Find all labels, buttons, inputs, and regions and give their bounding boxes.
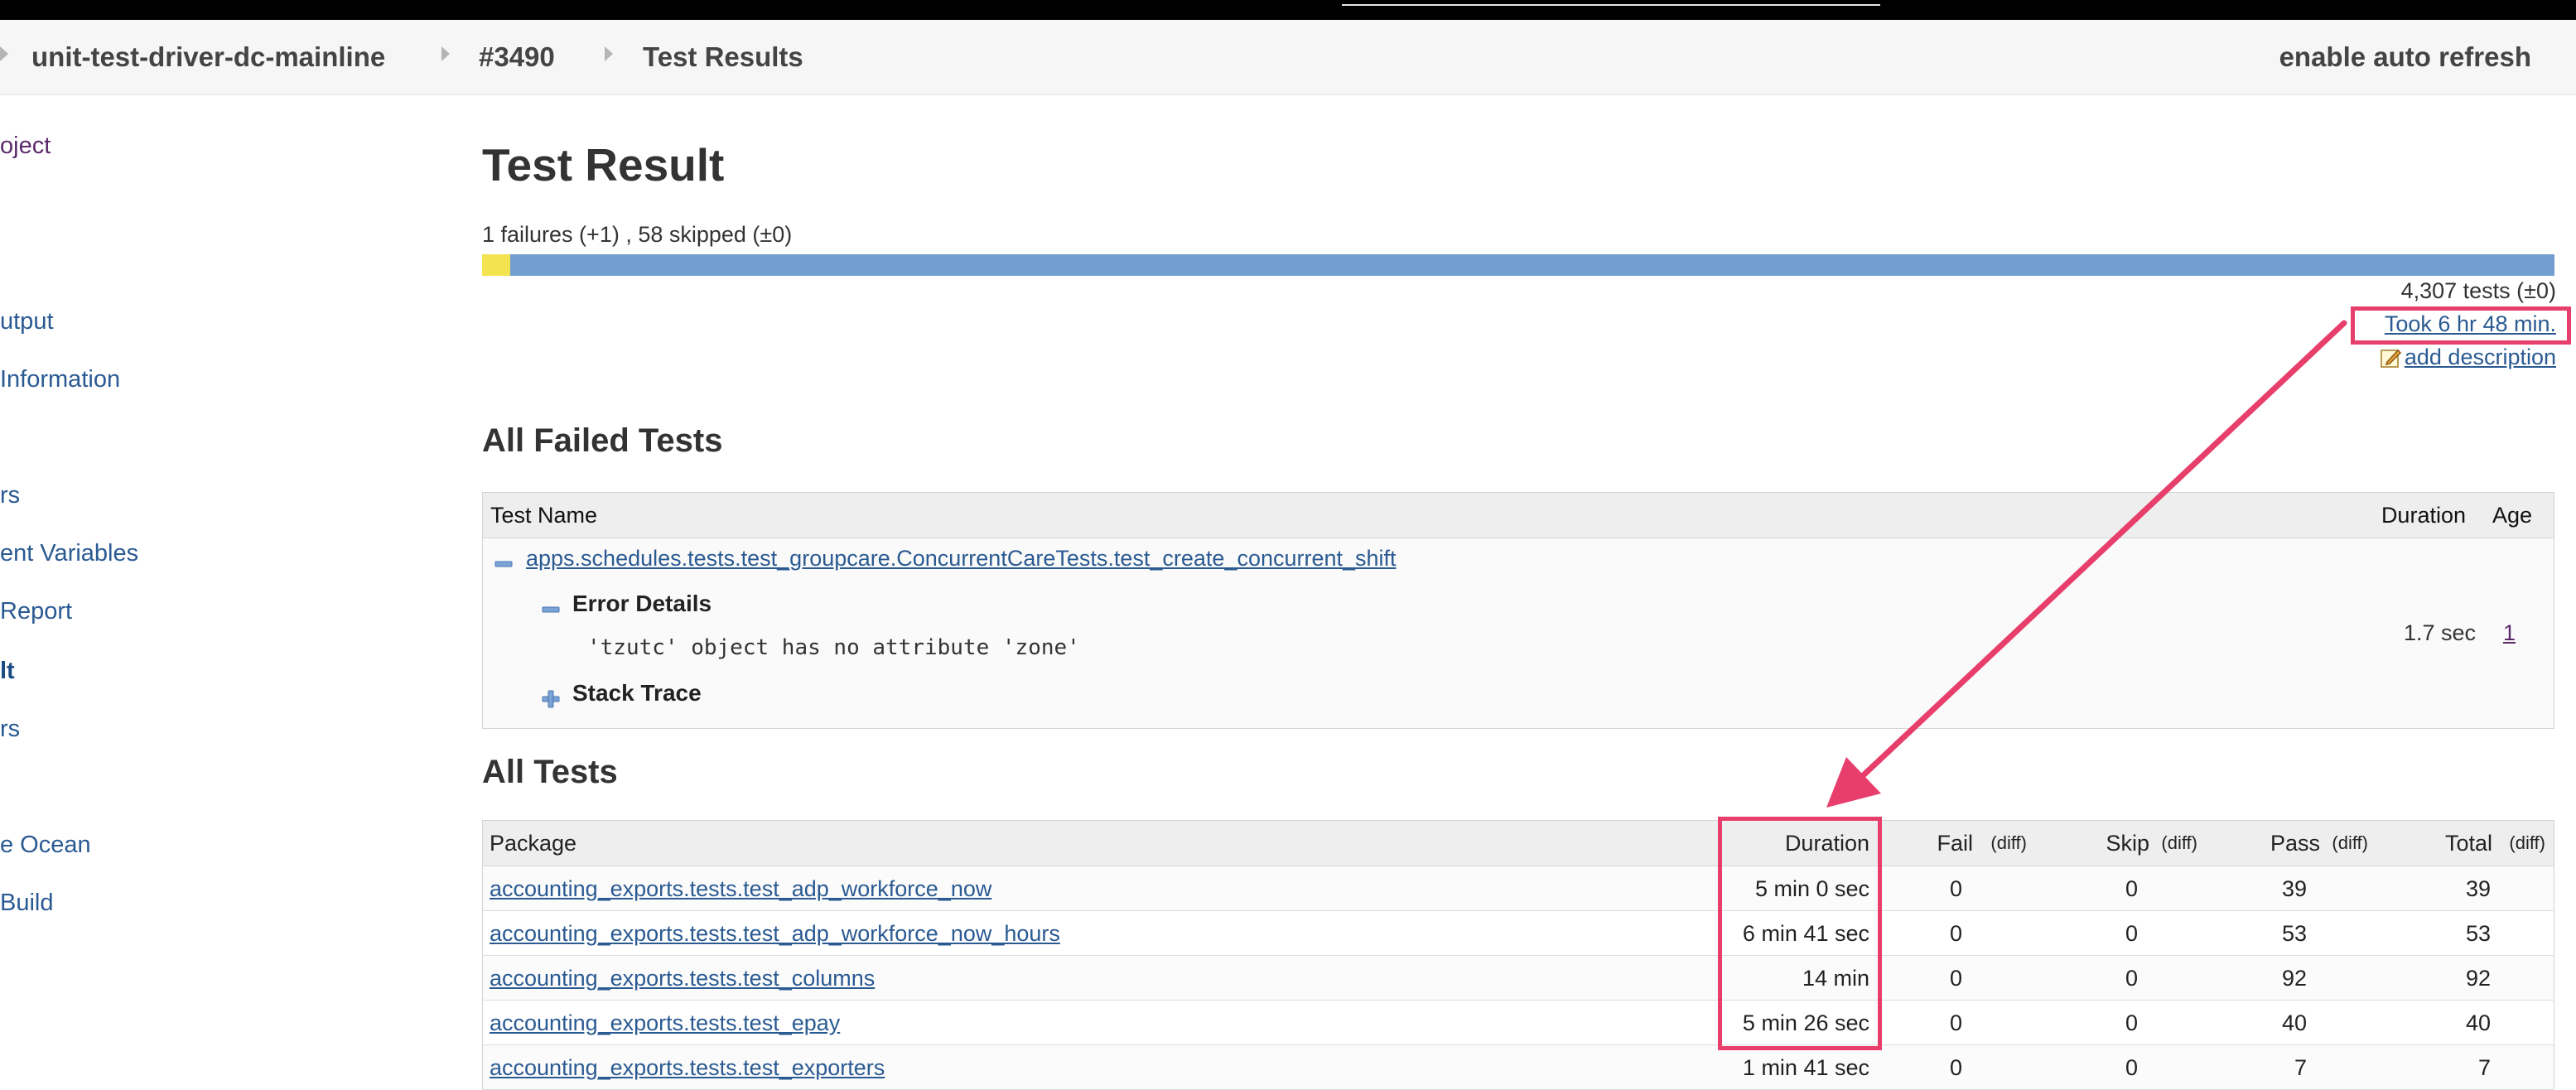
annotation-arrow [1826,320,2347,808]
